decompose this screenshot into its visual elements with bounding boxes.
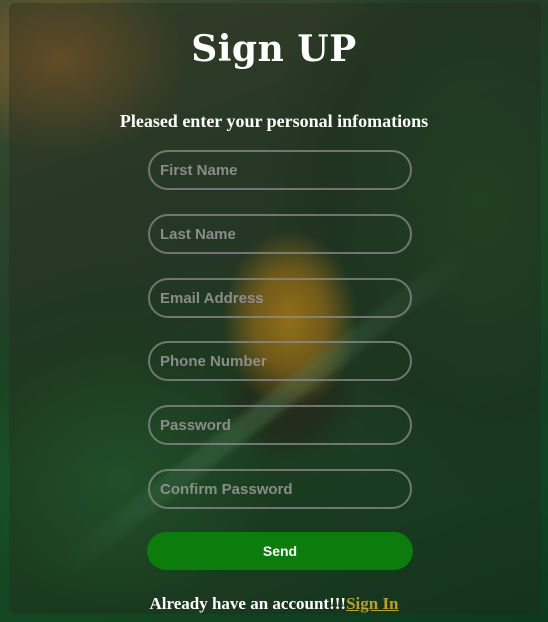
signin-prompt-text: Already have an account!!! bbox=[149, 594, 347, 613]
last-name-input[interactable] bbox=[148, 214, 412, 254]
form-subtitle: Pleased enter your personal infomations bbox=[119, 111, 429, 131]
signin-prompt: Already have an account!!!Sign In bbox=[0, 594, 548, 614]
password-input[interactable] bbox=[148, 405, 412, 445]
send-button[interactable]: Send bbox=[147, 532, 413, 570]
confirm-password-input[interactable] bbox=[148, 469, 412, 509]
signin-link[interactable]: Sign In bbox=[346, 594, 398, 613]
phone-input[interactable] bbox=[148, 341, 412, 381]
email-input[interactable] bbox=[148, 278, 412, 318]
page-title: Sign UP bbox=[191, 28, 357, 70]
first-name-input[interactable] bbox=[148, 150, 412, 190]
